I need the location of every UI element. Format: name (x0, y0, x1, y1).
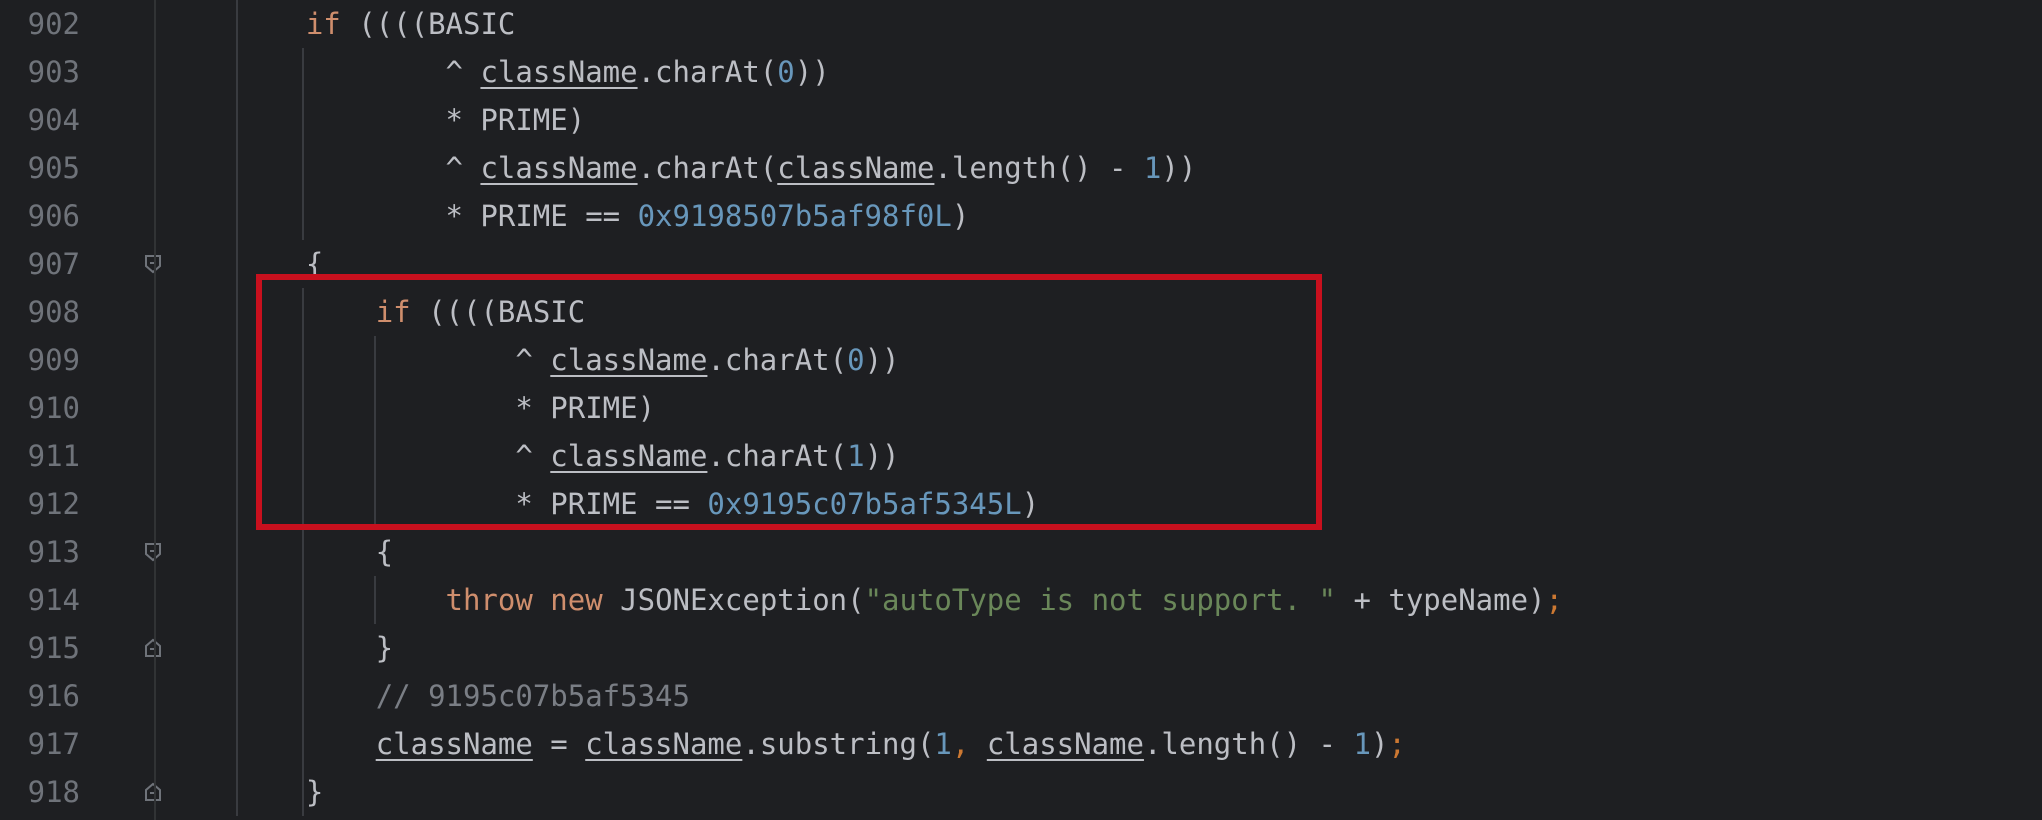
code-line[interactable]: // 9195c07b5af5345 (236, 672, 2042, 720)
code-token: JSONException( (602, 583, 865, 617)
code-token: * PRIME == (236, 199, 638, 233)
code-token: .charAt( (637, 55, 778, 89)
code-token: )) (794, 55, 830, 89)
fold-close-icon[interactable] (144, 782, 162, 802)
indent-guide (236, 0, 238, 816)
keyword-token: throw (445, 583, 533, 617)
line-number: 913 (27, 535, 80, 569)
code-token: , (951, 727, 987, 761)
indent-guide (302, 48, 304, 240)
line-number: 906 (27, 199, 80, 233)
fold-open-icon[interactable] (144, 542, 162, 562)
code-token: ) (951, 199, 970, 233)
string-token: "autoType is not support. " (864, 583, 1336, 617)
gutter-separator (154, 0, 156, 820)
number-token: 0 (777, 55, 795, 89)
line-number: 911 (27, 439, 80, 473)
code-line[interactable]: * PRIME == 0x9198507b5af98f0L) (236, 192, 2042, 240)
line-number-gutter: 902 903 904 905 906 907 908 909 910 911 912 913 914 9… (0, 0, 236, 820)
keyword-token: if (305, 7, 341, 41)
fold-open-icon[interactable] (144, 254, 162, 274)
number-token: 1 (934, 727, 952, 761)
line-number: 902 (27, 7, 80, 41)
identifier-token: className (480, 151, 638, 185)
code-line[interactable]: className = className.substring(1, class… (236, 720, 2042, 768)
code-line[interactable]: { (236, 528, 2042, 576)
code-line[interactable]: throw new JSONException("autoType is not… (236, 576, 2042, 624)
code-token: } (236, 631, 394, 665)
code-token: = (532, 727, 586, 761)
indent-guide (374, 576, 376, 624)
line-number: 908 (27, 295, 80, 329)
identifier-token: className (777, 151, 935, 185)
code-token: ^ (236, 151, 481, 185)
comment-token: // 9195c07b5af5345 (375, 679, 690, 713)
line-number: 912 (27, 487, 80, 521)
line-number: 907 (27, 247, 80, 281)
identifier-token: className (375, 727, 533, 761)
fold-close-icon[interactable] (144, 638, 162, 658)
code-line[interactable]: } (236, 624, 2042, 672)
code-token: ; (1388, 727, 1406, 761)
code-token: { (236, 535, 394, 569)
line-number: 916 (27, 679, 80, 713)
code-line[interactable]: if ((((BASIC (236, 0, 2042, 48)
code-token: } (236, 775, 324, 809)
code-editor[interactable]: 902 903 904 905 906 907 908 909 910 911 912 913 914 9… (0, 0, 2042, 820)
code-token: ^ (236, 55, 481, 89)
highlight-box (256, 274, 1322, 530)
line-number: 903 (27, 55, 80, 89)
code-token: ; (1545, 583, 1563, 617)
code-token: ((((BASIC (340, 7, 516, 41)
line-number: 917 (27, 727, 80, 761)
code-token: * PRIME) (236, 103, 586, 137)
code-line[interactable]: } (236, 768, 2042, 816)
line-number: 904 (27, 103, 80, 137)
identifier-token: className (986, 727, 1144, 761)
code-line[interactable]: ^ className.charAt(0)) (236, 48, 2042, 96)
code-line[interactable]: * PRIME) (236, 96, 2042, 144)
code-token: .length() - (1143, 727, 1354, 761)
line-number: 915 (27, 631, 80, 665)
identifier-token: className (585, 727, 743, 761)
line-number: 905 (27, 151, 80, 185)
keyword-token: new (550, 583, 603, 617)
code-token: .charAt( (637, 151, 778, 185)
number-token: 0x9198507b5af98f0L (637, 199, 952, 233)
code-token: .substring( (742, 727, 935, 761)
identifier-token: className (480, 55, 638, 89)
line-number: 910 (27, 391, 80, 425)
number-token: 1 (1143, 151, 1162, 185)
code-line[interactable]: ^ className.charAt(className.length() - … (236, 144, 2042, 192)
line-number: 909 (27, 343, 80, 377)
number-token: 1 (1353, 727, 1371, 761)
code-token: )) (1161, 151, 1197, 185)
code-token: + typeName) (1336, 583, 1546, 617)
line-number: 918 (27, 775, 80, 809)
code-token: .length() - (934, 151, 1144, 185)
code-token: ) (1370, 727, 1389, 761)
line-number: 914 (27, 583, 80, 617)
